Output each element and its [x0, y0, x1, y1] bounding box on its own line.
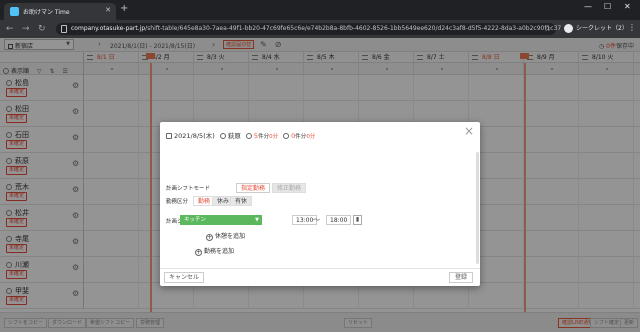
dialog-employee: 萩原 — [227, 132, 241, 140]
shift-type-select[interactable]: キッチン ▼ — [180, 215, 262, 225]
shift-table-page: 新宿店 ▼ ‹ 2021/8/1(日) - 2021/8/15(日) › 確認届… — [0, 38, 640, 332]
minimize-icon[interactable]: — — [584, 2, 592, 11]
mode-specified-button[interactable]: 指定勤務 — [236, 183, 271, 193]
tab-title: お助けマン Time — [23, 9, 70, 16]
tab-close-icon[interactable]: ✕ — [105, 6, 111, 14]
dialog-date: 2021/8/5(木) — [174, 132, 215, 140]
url-bar[interactable]: company.otasuke-part.jp/shift-table/645e… — [56, 23, 561, 35]
add-break-button[interactable]: + 休憩を追加 — [206, 231, 245, 241]
address-bar-row: ← → ↻ company.otasuke-part.jp/shift-tabl… — [0, 20, 640, 38]
url-text: company.otasuke-part.jp/shift-table/645e… — [71, 25, 562, 32]
incognito-indicator[interactable]: シークレット（2） — [564, 23, 628, 35]
window-close-icon[interactable]: ✕ — [624, 2, 631, 11]
reload-icon[interactable]: ↻ — [38, 23, 46, 35]
calendar-icon — [166, 133, 172, 139]
clock-icon — [245, 133, 252, 139]
mode-modified-button[interactable]: 修正勤務 — [272, 183, 307, 193]
favicon-icon — [10, 7, 19, 16]
trash-icon[interactable]: ▮ — [353, 215, 362, 225]
type-paid-leave-button[interactable]: 有休 — [230, 196, 253, 206]
plus-circle-icon: + — [206, 234, 213, 241]
chevron-down-icon: ▼ — [255, 217, 259, 223]
browser-tab[interactable]: お助けマン Time ✕ — [4, 3, 116, 20]
dialog-footer: キャンセル 登録 — [160, 268, 480, 286]
cancel-button[interactable]: キャンセル — [164, 272, 205, 283]
shift-edit-dialog: × 2021/8/5(木) 萩原 5件分0分 0件分0分 計画シフトモード 指定… — [160, 122, 480, 286]
dialog-scrollbar[interactable] — [476, 152, 479, 264]
browser-menu-icon[interactable]: ⋮ — [628, 23, 636, 32]
browser-tab-bar: お助けマン Time ✕ + — ☐ ✕ — [0, 0, 640, 20]
dialog-summary: 2021/8/5(木) 萩原 5件分0分 0件分0分 — [166, 130, 315, 140]
type-toggle: 勤務 休み 有休 — [160, 196, 480, 206]
add-work-button[interactable]: + 勤務を追加 — [195, 246, 234, 256]
maximize-icon[interactable]: ☐ — [604, 2, 611, 11]
end-time-input[interactable]: 18:00 — [326, 215, 352, 225]
person-icon — [219, 133, 226, 139]
mode-toggle: 指定勤務 修正勤務 — [160, 183, 480, 193]
forward-icon[interactable]: → — [22, 23, 30, 35]
plus-circle-icon: + — [195, 249, 202, 256]
save-button[interactable]: 登録 — [448, 272, 473, 283]
incognito-icon — [564, 24, 573, 33]
lock-icon — [61, 25, 67, 33]
time-separator: 〜 — [313, 216, 320, 224]
new-tab-icon[interactable]: + — [120, 4, 128, 14]
back-icon[interactable]: ← — [6, 23, 14, 35]
coffee-icon — [283, 133, 290, 139]
bookmark-star-icon[interactable]: ☆ — [544, 24, 551, 33]
close-icon[interactable]: × — [464, 124, 474, 138]
